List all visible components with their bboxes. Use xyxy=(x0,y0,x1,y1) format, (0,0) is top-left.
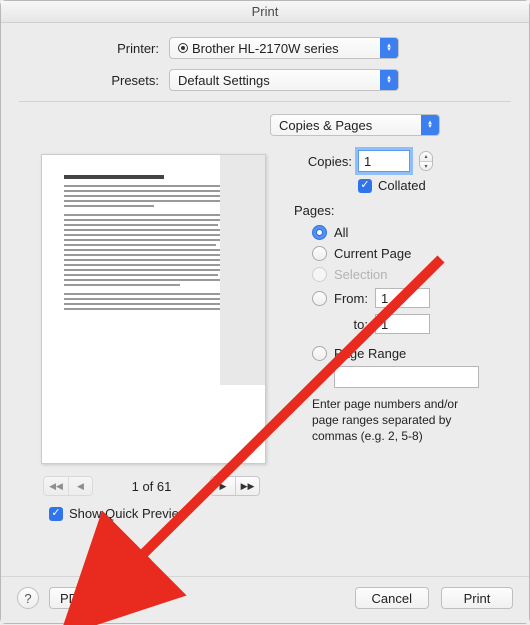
chevron-up-icon: ▴ xyxy=(420,152,432,161)
collated-checkbox[interactable] xyxy=(358,179,372,193)
pages-all-radio[interactable] xyxy=(312,225,327,240)
pages-range-hint: Enter page numbers and/or page ranges se… xyxy=(312,388,477,445)
pages-from-input[interactable]: 1 xyxy=(375,288,430,308)
presets-label: Presets: xyxy=(19,73,169,88)
pages-from-label: From: xyxy=(334,291,368,306)
pdf-popup[interactable]: PDF ▾ xyxy=(49,587,115,609)
pages-range-input[interactable] xyxy=(334,366,479,388)
chevron-down-icon: ▾ xyxy=(96,588,114,608)
pages-to-input[interactable]: 1 xyxy=(375,314,430,334)
page-indicator: 1 of 61 xyxy=(132,479,172,494)
popup-arrows-icon: ▴▾ xyxy=(421,115,439,135)
pages-selection-label: Selection xyxy=(334,267,387,282)
pages-all-label: All xyxy=(334,225,348,240)
collated-label: Collated xyxy=(378,178,426,193)
pages-from-radio[interactable] xyxy=(312,291,327,306)
chevron-down-icon: ▾ xyxy=(420,161,432,170)
page-preview xyxy=(41,154,266,464)
copies-input[interactable]: 1 xyxy=(358,150,410,172)
help-button[interactable]: ? xyxy=(17,587,39,609)
prev-page-buttons[interactable]: ◀◀ ◀ xyxy=(43,476,93,496)
printer-popup[interactable]: Brother HL-2170W series ▴▾ xyxy=(169,37,399,59)
window-title: Print xyxy=(1,1,529,23)
show-quick-preview-label: Show Quick Preview xyxy=(69,506,188,521)
popup-arrows-icon: ▴▾ xyxy=(380,70,398,90)
pdf-label: PDF xyxy=(50,588,96,608)
divider xyxy=(19,101,511,102)
show-quick-preview-checkbox[interactable] xyxy=(49,507,63,521)
pages-to-label: to: xyxy=(334,317,368,332)
pages-selection-radio xyxy=(312,267,327,282)
printer-label: Printer: xyxy=(19,41,169,56)
panel-popup[interactable]: Copies & Pages ▴▾ xyxy=(270,114,440,136)
next-page-buttons[interactable]: ▶ ▶▶ xyxy=(210,476,260,496)
pages-current-label: Current Page xyxy=(334,246,411,261)
copies-label: Copies: xyxy=(294,154,352,169)
copies-stepper[interactable]: ▴ ▾ xyxy=(419,151,433,171)
last-page-icon: ▶▶ xyxy=(235,477,259,495)
printer-value: Brother HL-2170W series xyxy=(192,41,339,56)
first-page-icon: ◀◀ xyxy=(44,477,68,495)
pages-current-radio[interactable] xyxy=(312,246,327,261)
pages-range-radio[interactable] xyxy=(312,346,327,361)
presets-popup[interactable]: Default Settings ▴▾ xyxy=(169,69,399,91)
print-button[interactable]: Print xyxy=(441,587,513,609)
popup-arrows-icon: ▴▾ xyxy=(380,38,398,58)
pages-range-label: Page Range xyxy=(334,346,406,361)
prev-page-icon: ◀ xyxy=(68,477,92,495)
printer-status-icon xyxy=(178,43,188,53)
panel-value: Copies & Pages xyxy=(279,118,372,133)
next-page-icon: ▶ xyxy=(211,477,235,495)
cancel-button[interactable]: Cancel xyxy=(355,587,429,609)
presets-value: Default Settings xyxy=(178,73,270,88)
pages-label: Pages: xyxy=(294,203,511,218)
